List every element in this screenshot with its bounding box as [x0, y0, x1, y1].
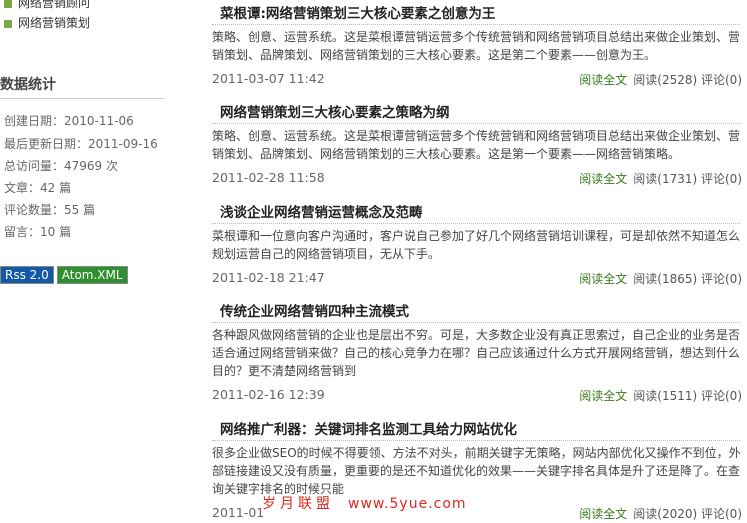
post-item: 网络营销策划三大核心要素之策略为纲 策略、创意、运营系统。这是菜根谭营销运营多个… — [212, 101, 747, 188]
post-actions: 阅读全文 阅读(2528) 评论(0) — [579, 71, 742, 88]
category-link-consultant[interactable]: 网络营销顾问 — [4, 0, 90, 11]
post-divider — [212, 123, 740, 124]
stat-articles: 文章：42 篇 — [4, 181, 72, 195]
comment-count-link[interactable]: 评论(0) — [701, 389, 742, 403]
comment-count-link[interactable]: 评论(0) — [701, 507, 742, 521]
post-excerpt: 策略、创意、运营系统。这是菜根谭营销运营多个传统营销和网络营销项目总结出来做企业… — [212, 129, 741, 161]
read-full-link[interactable]: 阅读全文 — [579, 73, 627, 87]
post-actions: 阅读全文 阅读(2020) 评论(0) — [579, 505, 742, 522]
comment-count-link[interactable]: 评论(0) — [701, 272, 742, 286]
post-list: 菜根谭:网络营销策划三大核心要素之创意为王 策略、创意、运营系统。这是菜根谭营销… — [212, 0, 747, 521]
post-actions: 阅读全文 阅读(1865) 评论(0) — [579, 270, 742, 287]
comment-count-link[interactable]: 评论(0) — [701, 73, 742, 87]
post-actions: 阅读全文 阅读(1731) 评论(0) — [579, 170, 742, 187]
bullet-icon — [4, 19, 12, 28]
post-meta: 2011-02-16 12:39 阅读全文 阅读(1511) 评论(0) — [212, 385, 747, 405]
stat-comments: 评论数量：55 篇 — [4, 203, 96, 217]
post-divider — [212, 322, 740, 323]
stats-title: 数据统计 — [0, 77, 56, 93]
feed-badges: Rss 2.0 Atom.XML — [0, 264, 131, 284]
post-date: 2011-02-16 12:39 — [212, 387, 325, 402]
stats-divider — [0, 98, 165, 99]
category-link-planning[interactable]: 网络营销策划 — [4, 14, 90, 31]
site-watermark: 岁月联盟 www.5yue.com — [262, 493, 467, 513]
post-title-link[interactable]: 菜根谭:网络营销策划三大核心要素之创意为王 — [220, 2, 747, 22]
post-excerpt: 策略、创意、运营系统。这是菜根谭营销运营多个传统营销和网络营销项目总结出来做企业… — [212, 30, 741, 62]
read-count: 阅读(2528) — [633, 73, 698, 87]
read-count: 阅读(1511) — [633, 389, 698, 403]
watermark-name: 岁月联盟 — [262, 496, 334, 512]
post-title-link[interactable]: 网络推广利器：关键词排名监测工具给力网站优化 — [220, 418, 747, 438]
post-excerpt: 各种跟风做网络营销的企业也是层出不穷。可是，大多数企业没有真正思索过，自己企业的… — [212, 328, 741, 378]
read-full-link[interactable]: 阅读全文 — [579, 172, 627, 186]
stat-messages: 留言：10 篇 — [4, 225, 72, 239]
read-full-link[interactable]: 阅读全文 — [579, 272, 627, 286]
stat-total-visits: 总访问量：47969 次 — [4, 159, 118, 173]
post-meta: 2011-03-07 11:42 阅读全文 阅读(2528) 评论(0) — [212, 69, 747, 89]
post-actions: 阅读全文 阅读(1511) 评论(0) — [579, 387, 742, 404]
category-label: 网络营销策划 — [18, 16, 91, 30]
post-item: 传统企业网络营销四种主流模式 各种跟风做网络营销的企业也是层出不穷。可是，大多数… — [212, 300, 747, 405]
post-divider — [212, 24, 740, 25]
stat-created-date: 创建日期：2010-11-06 — [4, 114, 134, 128]
comment-count-link[interactable]: 评论(0) — [701, 172, 742, 186]
category-label: 网络营销顾问 — [18, 0, 91, 10]
post-date: 2011-03-07 11:42 — [212, 71, 325, 86]
watermark-url: www.5yue.com — [348, 496, 467, 512]
post-divider — [212, 223, 740, 224]
read-count: 阅读(2020) — [633, 507, 698, 521]
post-title-link[interactable]: 浅谈企业网络营销运营概念及范畴 — [220, 201, 747, 221]
post-divider — [212, 440, 740, 441]
post-date: 2011-02-18 21:47 — [212, 270, 325, 285]
post-excerpt: 很多企业做SEO的时候不得要领、方法不对头，前期关键字无策略，网站内部优化又操作… — [212, 446, 741, 496]
sidebar: 网络营销顾问 网络营销策划 数据统计 创建日期：2010-11-06 最后更新日… — [0, 0, 210, 513]
stat-last-updated: 最后更新日期：2011-09-16 — [4, 137, 158, 151]
post-date: 2011-02-28 11:58 — [212, 170, 325, 185]
post-title-link[interactable]: 网络营销策划三大核心要素之策略为纲 — [220, 101, 747, 121]
post-title-link[interactable]: 传统企业网络营销四种主流模式 — [220, 300, 747, 320]
atom-button[interactable]: Atom.XML — [56, 266, 128, 284]
read-full-link[interactable]: 阅读全文 — [579, 389, 627, 403]
bullet-icon — [4, 0, 12, 8]
post-item: 浅谈企业网络营销运营概念及范畴 菜根谭和一位意向客户沟通时，客户说自己参加了好几… — [212, 201, 747, 288]
post-excerpt: 菜根谭和一位意向客户沟通时，客户说自己参加了好几个网络营销培训课程，可是却依然不… — [212, 229, 741, 261]
read-count: 阅读(1865) — [633, 272, 698, 286]
post-meta: 2011-02-18 21:47 阅读全文 阅读(1865) 评论(0) — [212, 268, 747, 288]
post-meta: 2011-02-28 11:58 阅读全文 阅读(1731) 评论(0) — [212, 168, 747, 188]
read-count: 阅读(1731) — [633, 172, 698, 186]
rss-button[interactable]: Rss 2.0 — [0, 266, 54, 284]
read-full-link[interactable]: 阅读全文 — [579, 507, 627, 521]
post-item: 菜根谭:网络营销策划三大核心要素之创意为王 策略、创意、运营系统。这是菜根谭营销… — [212, 2, 747, 89]
